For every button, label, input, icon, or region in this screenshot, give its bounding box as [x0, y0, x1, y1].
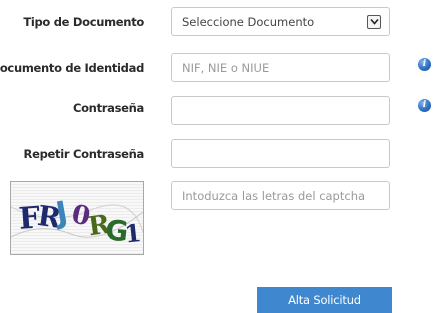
chevron-down-icon[interactable] — [367, 14, 381, 29]
captcha-image: F R J 0 R G 1 — [10, 181, 144, 255]
contrasena-input[interactable] — [171, 96, 390, 125]
alta-solicitud-button[interactable]: Alta Solicitud — [257, 287, 392, 313]
repetir-contrasena-label: Repetir Contraseña — [23, 147, 145, 161]
documento-identidad-label: Documento de Identidad — [0, 61, 144, 75]
tipo-documento-selected: Seleccione Documento — [182, 14, 315, 29]
repetir-contrasena-input[interactable] — [171, 139, 390, 168]
documento-identidad-input[interactable] — [171, 53, 390, 82]
contrasena-label: Contraseña — [72, 101, 144, 115]
info-icon[interactable]: i — [418, 58, 431, 71]
tipo-documento-label: Tipo de Documento — [23, 15, 144, 29]
info-icon[interactable]: i — [418, 99, 431, 112]
tipo-documento-select[interactable]: Seleccione Documento — [171, 7, 390, 36]
captcha-graphic: F R J 0 R G 1 — [11, 195, 143, 249]
captcha-input[interactable] — [171, 181, 390, 210]
svg-text:1: 1 — [123, 218, 143, 249]
